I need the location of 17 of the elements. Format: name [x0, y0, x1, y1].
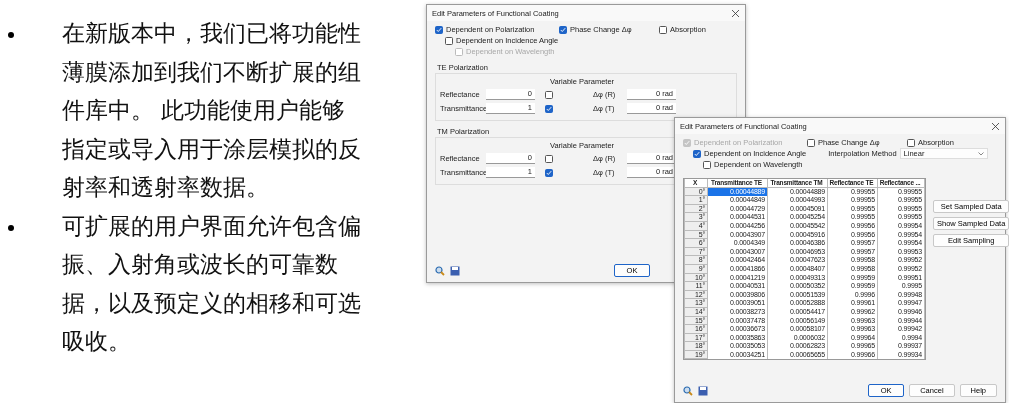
chevron-icon [977, 151, 984, 156]
close-icon[interactable] [992, 123, 999, 130]
checkbox[interactable] [545, 154, 553, 163]
save-icon[interactable] [450, 265, 460, 276]
close-icon[interactable] [732, 10, 739, 17]
search-icon[interactable] [683, 385, 693, 396]
bullet-icon [8, 32, 14, 38]
bullet-text: 在新版本中，我们已将功能性薄膜添加到我们不断扩展的组件库中。 此功能使用户能够指定或导入用于涂层模拟的反射率和透射率数据。 [62, 19, 362, 202]
check-icon [560, 26, 566, 33]
bullet-text: 可扩展的用户界面允许包含偏振、入射角或波长的可靠数据，以及预定义的相移和可选吸收。 [62, 211, 362, 356]
check-icon [436, 26, 442, 33]
checkbox[interactable] [545, 104, 553, 113]
save-icon[interactable] [698, 385, 708, 396]
search-icon[interactable] [435, 265, 445, 276]
bullet-icon [8, 224, 14, 231]
checkbox[interactable] [545, 168, 553, 177]
checkbox[interactable] [545, 90, 553, 99]
